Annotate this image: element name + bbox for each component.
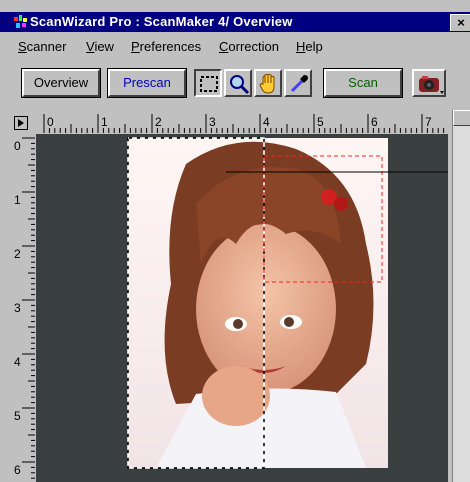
- play-arrow-icon: [18, 119, 24, 127]
- ruler-label-v: 3: [14, 301, 21, 315]
- menu-preferences[interactable]: Preferences: [131, 39, 201, 54]
- menu-correction-label: orrection: [228, 39, 279, 54]
- menu-view[interactable]: View: [86, 39, 114, 54]
- ruler-label-v: 5: [14, 409, 21, 423]
- ruler-label-h: 3: [209, 115, 216, 129]
- menu-correction[interactable]: Correction: [219, 39, 279, 54]
- eyedropper-icon: [290, 75, 308, 93]
- magnifier-icon: [230, 75, 250, 95]
- hand-icon: [259, 74, 275, 94]
- ruler-label-v: 0: [14, 139, 21, 153]
- pan-tool[interactable]: [254, 69, 282, 97]
- ruler-label-h: 6: [371, 115, 378, 129]
- menu-preferences-mnemonic: P: [131, 39, 140, 54]
- ruler-label-h: 5: [317, 115, 324, 129]
- eyedropper-tool[interactable]: [284, 69, 312, 97]
- ruler-label-h: 4: [263, 115, 270, 129]
- menu-scanner-label: canner: [26, 39, 67, 54]
- overview-button[interactable]: Overview: [21, 68, 101, 98]
- camera-icon: [419, 76, 444, 94]
- vertical-scrollbar[interactable]: [452, 110, 470, 482]
- ruler-label-v: 4: [14, 355, 21, 369]
- ruler-toggle-button[interactable]: [14, 116, 28, 130]
- window-title: ScanWizard Pro : ScanMaker 4/ Overview: [30, 14, 293, 29]
- zoom-tool[interactable]: [224, 69, 252, 97]
- prescan-button[interactable]: Prescan: [107, 68, 187, 98]
- app-icon: [14, 15, 27, 28]
- scanwizard-window: ScanWizard Pro : ScanMaker 4/ Overview ×…: [0, 0, 470, 482]
- ruler-label-h: 7: [425, 115, 432, 129]
- scan-preview-area[interactable]: [36, 134, 448, 482]
- vertical-ruler: 0 1 2 3 4 5 6: [14, 137, 35, 479]
- menu-preferences-label: references: [139, 39, 202, 54]
- scroll-up-button[interactable]: [453, 110, 470, 126]
- ruler-label-h: 0: [47, 115, 54, 129]
- menu-scanner[interactable]: Scanner: [18, 39, 66, 54]
- marquee-select-icon: [200, 76, 218, 92]
- menu-help-mnemonic: H: [296, 39, 306, 54]
- menu-help-label: elp: [305, 39, 323, 54]
- menu-scanner-mnemonic: S: [18, 39, 27, 54]
- marquee-select-tool[interactable]: [194, 69, 222, 97]
- title-bar[interactable]: ScanWizard Pro : ScanMaker 4/ Overview ×: [0, 12, 470, 32]
- ruler-label-h: 2: [155, 115, 162, 129]
- ruler-label-h: 1: [101, 115, 108, 129]
- menu-help[interactable]: Help: [296, 39, 323, 54]
- ruler-label-v: 6: [14, 463, 21, 477]
- preview-image: [127, 137, 448, 469]
- horizontal-ruler: 0 1 2 3 4 5 6 7: [43, 114, 445, 133]
- close-button[interactable]: ×: [450, 14, 470, 31]
- output-device-button[interactable]: [412, 69, 446, 97]
- scan-button[interactable]: Scan: [323, 68, 403, 98]
- ruler-label-v: 2: [14, 247, 21, 261]
- menu-view-label: iew: [94, 39, 114, 54]
- menu-correction-mnemonic: C: [219, 39, 229, 54]
- ruler-label-v: 1: [14, 193, 21, 207]
